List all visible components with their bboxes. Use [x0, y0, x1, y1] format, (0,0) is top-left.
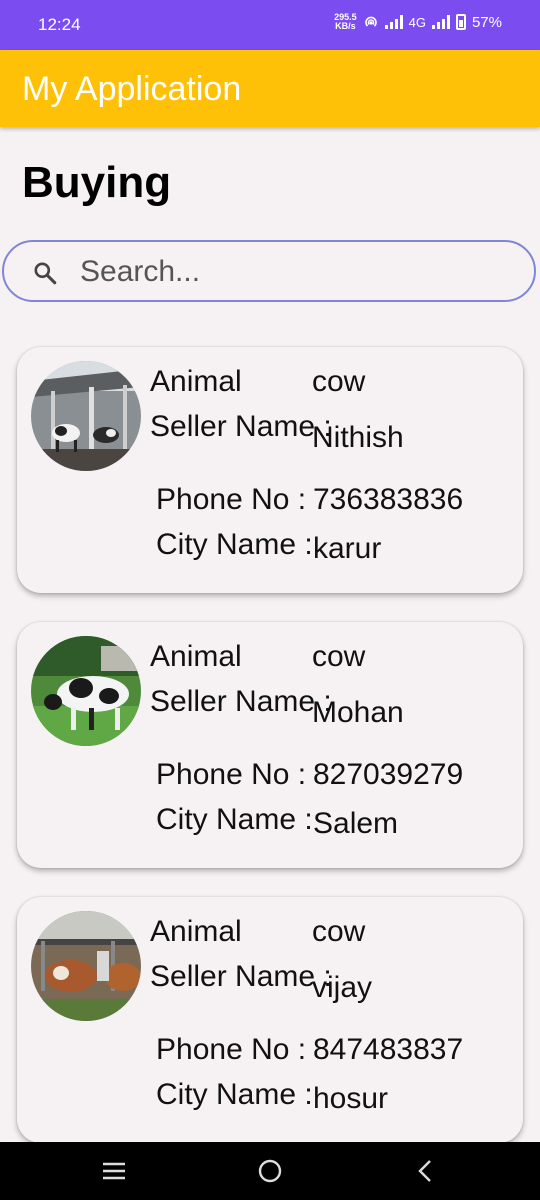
seller-label: Seller Name :	[150, 960, 332, 993]
network-speed: 295.5 KB/s	[334, 13, 357, 31]
city-value: hosur	[313, 1082, 389, 1115]
phone-value: 847483837	[313, 1033, 464, 1066]
back-icon[interactable]	[413, 1158, 439, 1184]
listing-card[interactable]: Animal cow Seller Name : Nithish Phone N…	[17, 347, 523, 593]
listing-card[interactable]: Animal cow Seller Name : Mohan Phone No …	[17, 622, 523, 868]
cattle-shed-photo	[31, 361, 141, 471]
seller-value: Mohan	[312, 696, 404, 729]
listing-card[interactable]: Animal cow Seller Name : vijay Phone No …	[17, 897, 523, 1143]
navigation-bar	[0, 1142, 540, 1200]
status-bar: 12:24 295.5 KB/s 4G 57%	[0, 0, 540, 50]
phone-value: 736383836	[313, 483, 464, 516]
search-icon	[34, 262, 57, 285]
network-type: 4G	[408, 14, 426, 30]
city-value: Salem	[313, 807, 399, 840]
signal-icon-2	[431, 15, 450, 29]
page-title: Buying	[22, 158, 172, 207]
holstein-cow-photo	[31, 636, 141, 746]
city-value: karur	[313, 532, 382, 565]
phone-value: 827039279	[313, 758, 464, 791]
city-label: City Name :	[156, 528, 313, 561]
animal-label: Animal	[150, 915, 242, 948]
app-title: My Application	[22, 70, 242, 108]
signal-icon	[384, 15, 403, 29]
search-input[interactable]	[78, 252, 502, 292]
animal-value: cow	[312, 365, 366, 398]
status-indicators: 295.5 KB/s 4G 57%	[334, 13, 502, 31]
animal-value: cow	[312, 915, 366, 948]
status-time: 12:24	[38, 15, 81, 34]
city-label: City Name :	[156, 1078, 313, 1111]
battery-icon	[455, 14, 466, 30]
phone-label: Phone No :	[156, 1033, 307, 1066]
brown-cows-photo	[31, 911, 141, 1021]
search-bar[interactable]	[2, 240, 536, 302]
seller-label: Seller Name :	[150, 410, 332, 443]
seller-value: Nithish	[312, 421, 404, 454]
battery-level: 57%	[471, 13, 502, 31]
recent-apps-icon[interactable]	[101, 1158, 127, 1184]
phone-label: Phone No :	[156, 758, 307, 791]
app-bar: My Application	[0, 50, 540, 127]
seller-label: Seller Name :	[150, 685, 332, 718]
speed-unit: KB/s	[335, 21, 356, 31]
city-label: City Name :	[156, 803, 313, 836]
seller-value: vijay	[312, 971, 373, 1004]
home-icon[interactable]	[257, 1158, 283, 1184]
animal-value: cow	[312, 640, 366, 673]
animal-label: Animal	[150, 365, 242, 398]
phone-label: Phone No :	[156, 483, 307, 516]
animal-label: Animal	[150, 640, 242, 673]
hotspot-icon	[364, 16, 377, 27]
